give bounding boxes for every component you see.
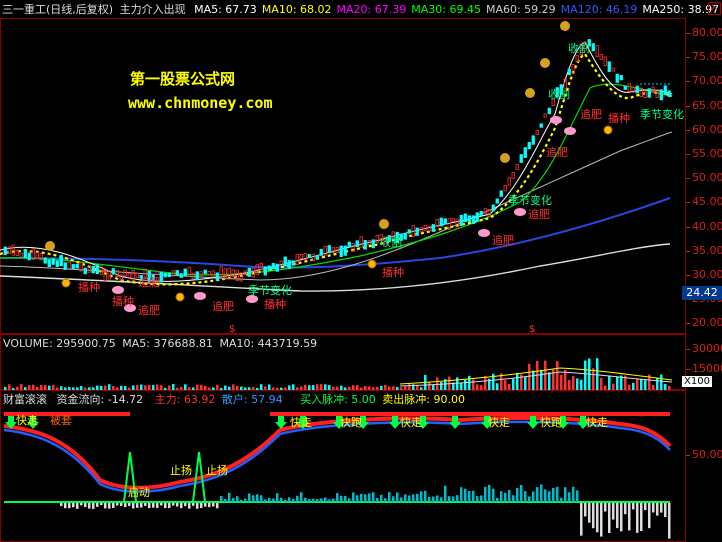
watermark-url[interactable]: www.chnmoney.com xyxy=(128,94,273,112)
flow-chart[interactable]: 快走 被套 快走 快跑 快走 快走 快跑 快走 启动 止扬 止扬 xyxy=(0,390,686,542)
watermark-title: 第一股票公式网 xyxy=(130,70,236,88)
svg-text:追肥: 追肥 xyxy=(528,207,550,221)
svg-text:快走: 快走 xyxy=(586,416,608,429)
svg-text:追肥: 追肥 xyxy=(580,107,602,121)
svg-text:播种: 播种 xyxy=(78,280,100,294)
ma-label-0: MA5: 67.73 xyxy=(194,3,257,16)
svg-text:快走: 快走 xyxy=(400,416,422,429)
volume-axis: 30000 15000 X100 xyxy=(682,334,722,390)
stock-title[interactable]: 三一重工(日线,后复权) xyxy=(2,3,113,16)
flow-axis: 50.00 xyxy=(686,448,722,461)
svg-text:快走: 快走 xyxy=(488,416,510,429)
svg-text:止扬: 止扬 xyxy=(170,463,192,477)
svg-text:播种: 播种 xyxy=(608,111,630,125)
svg-text:被套: 被套 xyxy=(50,414,72,427)
svg-text:播种: 播种 xyxy=(112,294,134,308)
svg-text:快走: 快走 xyxy=(16,414,38,427)
ma-label-1: MA10: 68.02 xyxy=(261,3,332,16)
svg-text:启动: 启动 xyxy=(128,486,150,499)
close-icon[interactable]: × xyxy=(708,2,721,15)
svg-text:$: $ xyxy=(529,324,535,334)
ma-label-2: MA20: 67.39 xyxy=(336,3,407,16)
svg-text:季节变化: 季节变化 xyxy=(248,283,292,297)
svg-text:季节变化: 季节变化 xyxy=(640,107,684,121)
ma-label-5: MA120: 46.19 xyxy=(560,3,638,16)
current-price-badge: 24.42 xyxy=(682,286,722,300)
svg-text:追肥: 追肥 xyxy=(546,145,568,159)
svg-text:快跑: 快跑 xyxy=(540,415,562,429)
svg-text:收割: 收割 xyxy=(568,41,590,55)
svg-text:追肥: 追肥 xyxy=(138,275,160,289)
indicator-name[interactable]: 主力介入出现 xyxy=(120,3,186,16)
svg-text:收割: 收割 xyxy=(380,235,402,249)
svg-text:$: $ xyxy=(229,324,235,334)
svg-text:追肥: 追肥 xyxy=(138,303,160,317)
svg-text:收割: 收割 xyxy=(548,87,570,101)
svg-text:季节变化: 季节变化 xyxy=(508,193,552,207)
ma-label-3: MA30: 69.45 xyxy=(411,3,481,16)
ma-label-4: MA60: 59.29 xyxy=(485,3,556,16)
volume-chart[interactable] xyxy=(0,334,686,390)
svg-text:播种: 播种 xyxy=(382,265,404,279)
svg-text:追肥: 追肥 xyxy=(212,299,234,313)
chart-header: 三一重工(日线,后复权) 主力介入出现 MA5: 67.73 MA10: 68.0… xyxy=(2,3,722,16)
svg-text:快走: 快走 xyxy=(290,416,312,429)
svg-text:追肥: 追肥 xyxy=(492,233,514,247)
volume-unit: X100 xyxy=(682,376,712,387)
svg-text:止扬: 止扬 xyxy=(206,463,228,477)
svg-text:播种: 播种 xyxy=(264,297,286,311)
svg-text:快跑: 快跑 xyxy=(340,415,362,429)
price-chart[interactable]: 播种 追肥 播种 追肥 追肥 播种 季节变化 播种 收割 追肥 季节变化 追肥 … xyxy=(0,18,686,334)
